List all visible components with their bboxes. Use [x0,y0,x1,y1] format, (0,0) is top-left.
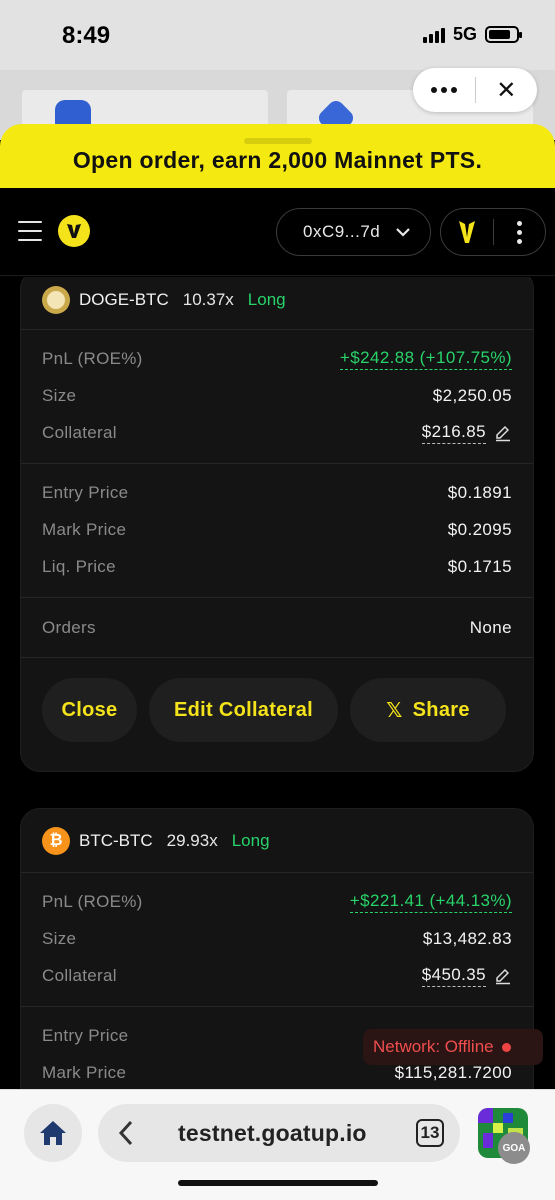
entry-price-label: Entry Price [42,1025,129,1045]
edit-collateral-button[interactable]: Edit Collateral [149,678,338,742]
size-value: $2,250.05 [432,385,512,405]
chevron-down-icon [396,228,411,237]
entry-price-label: Entry Price [42,482,129,502]
size-value: $13,482.83 [422,928,512,948]
status-dot-icon [501,1042,511,1052]
home-icon [40,1121,66,1145]
battery-icon [485,26,522,43]
promo-text: Open order, earn 2,000 Mainnet PTS. [72,146,483,173]
collateral-value[interactable]: $450.35 [421,965,512,987]
share-button[interactable]: 𝕏 Share [350,678,506,742]
size-label: Size [42,928,77,948]
position-pair: DOGE-BTC [79,289,169,309]
collateral-row: Collateral $216.85 [42,414,512,451]
collateral-value[interactable]: $216.85 [421,422,512,444]
network-status-text: Network: Offline [373,1037,494,1056]
position-leverage: 29.93x [166,830,218,850]
url-text: testnet.goatup.io [178,1120,367,1146]
pnl-value[interactable]: +$221.41 (+44.13%) [349,891,512,913]
home-button[interactable] [24,1104,82,1162]
menu-icon[interactable] [18,221,42,241]
close-icon: ✕ [496,76,517,104]
mark-price-row: Mark Price $0.2095 [42,511,512,548]
position-pair: BTC-BTC [79,830,153,850]
collateral-label: Collateral [42,965,117,985]
mark-price-value: $115,281.7200 [394,1062,512,1082]
collateral-row: Collateral $450.35 [42,957,512,994]
more-options-button[interactable] [494,209,546,255]
kebab-icon [516,220,522,244]
pnl-value[interactable]: +$242.88 (+107.75%) [339,348,512,370]
pnl-group: PnL (ROE%) +$221.41 (+44.13%) Size $13,4… [21,873,533,1007]
doge-icon [42,285,70,314]
close-position-button[interactable]: Close [42,678,137,742]
position-side: Long [231,830,270,850]
brand-button[interactable] [441,209,493,255]
address-bar[interactable]: testnet.goatup.io 13 [98,1104,460,1162]
pnl-label: PnL (ROE%) [42,891,143,911]
more-dots-icon [430,87,457,93]
position-header: DOGE-BTC 10.37x Long [21,277,533,330]
price-group: Entry Price $0.1891 Mark Price $0.2095 L… [21,464,533,598]
brand-menu [440,208,546,256]
home-indicator [178,1180,378,1186]
orders-value: None [469,617,512,637]
wallet-address: 0xC9...7d [303,222,381,241]
entry-price-row: Entry Price $0.1891 [42,474,512,511]
miniapp-controls: ✕ [413,68,537,112]
logo-icon[interactable] [58,215,90,247]
drag-handle[interactable] [244,138,312,144]
signal-icon [422,27,445,43]
app-header: 0xC9...7d [0,188,555,276]
status-bar: 8:49 5G [0,0,555,70]
pnl-label: PnL (ROE%) [42,348,143,368]
promo-banner[interactable]: Open order, earn 2,000 Mainnet PTS. [0,124,555,188]
network-label: 5G [452,24,477,44]
position-header: ₿ BTC-BTC 29.93x Long [21,809,533,873]
position-actions: Close Edit Collateral 𝕏 Share [21,658,533,764]
size-row: Size $2,250.05 [42,377,512,414]
wallet-button[interactable]: 0xC9...7d [276,208,431,256]
pnl-row: PnL (ROE%) +$242.88 (+107.75%) [42,340,512,377]
orders-label: Orders [42,617,96,637]
entry-price-value: $0.1891 [447,482,512,502]
position-side: Long [247,289,286,309]
position-card: DOGE-BTC 10.37x Long PnL (ROE%) +$242.88… [20,277,534,772]
size-row: Size $13,482.83 [42,920,512,957]
pnl-group: PnL (ROE%) +$242.88 (+107.75%) Size $2,2… [21,330,533,464]
network-status-badge[interactable]: Network: Offline [363,1029,543,1065]
mark-price-label: Mark Price [42,1062,127,1082]
size-label: Size [42,385,77,405]
mark-price-value: $0.2095 [447,519,512,539]
brand-icon [458,221,475,243]
back-arrow-icon[interactable] [118,1120,134,1146]
close-miniapp-button[interactable]: ✕ [476,68,538,112]
liq-price-value: $0.1715 [447,556,512,576]
btc-icon: ₿ [42,826,70,855]
liq-price-row: Liq. Price $0.1715 [42,548,512,585]
edit-icon[interactable] [494,424,512,442]
x-icon: 𝕏 [386,699,403,722]
status-time: 8:49 [62,22,111,49]
mark-price-label: Mark Price [42,519,127,539]
collateral-label: Collateral [42,422,117,442]
profile-badge: GOA [498,1132,530,1164]
orders-group: Orders None [21,598,533,658]
edit-icon[interactable] [494,967,512,985]
more-button[interactable] [413,68,475,112]
tabs-icon[interactable]: 13 [416,1119,444,1147]
pnl-row: PnL (ROE%) +$221.41 (+44.13%) [42,883,512,920]
orders-row: Orders None [42,609,512,646]
position-leverage: 10.37x [182,289,234,309]
positions-list[interactable]: DOGE-BTC 10.37x Long PnL (ROE%) +$242.88… [0,277,555,1089]
liq-price-label: Liq. Price [42,556,116,576]
status-indicators: 5G [422,24,522,45]
